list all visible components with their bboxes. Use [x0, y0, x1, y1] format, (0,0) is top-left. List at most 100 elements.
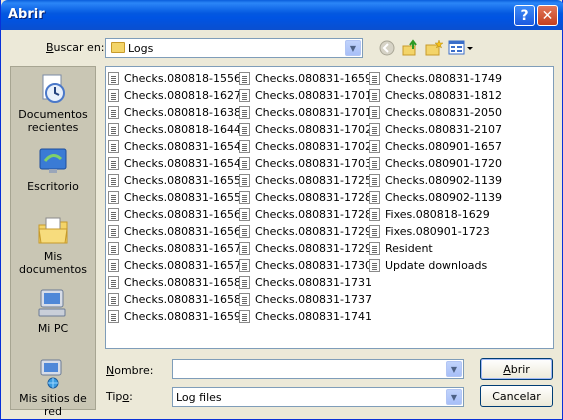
list-item[interactable]: Checks.080818-1627	[106, 87, 241, 104]
list-item[interactable]: Checks.080831-1728	[237, 206, 372, 223]
cancel-button[interactable]: Cancelar	[480, 385, 553, 407]
text-file-icon	[108, 259, 119, 272]
list-item[interactable]: Checks.080831-1655	[106, 172, 241, 189]
list-item[interactable]: Checks.080902-1139	[367, 189, 502, 206]
list-item[interactable]: Checks.080831-1731	[237, 274, 372, 291]
list-item[interactable]: Checks.080831-1729	[237, 223, 372, 240]
place-my-documents[interactable]: Mis documentos	[11, 215, 95, 276]
text-file-icon	[239, 259, 250, 272]
open-button[interactable]: Abrir	[480, 358, 553, 380]
file-column: Checks.080831-1659 Checks.080831-1701 Ch…	[237, 70, 372, 325]
list-item[interactable]: Checks.080831-1655	[106, 189, 241, 206]
text-file-icon	[369, 225, 380, 238]
text-file-icon	[108, 208, 119, 221]
list-item[interactable]: Checks.080831-1729	[237, 240, 372, 257]
text-file-icon	[108, 106, 119, 119]
view-menu-icon	[448, 40, 473, 55]
list-item[interactable]: Resident	[367, 240, 502, 257]
chevron-down-icon[interactable]: ▼	[345, 40, 361, 56]
new-folder-button[interactable]	[425, 39, 443, 57]
text-file-icon	[369, 174, 380, 187]
list-item[interactable]: Checks.080901-1720	[367, 155, 502, 172]
list-item[interactable]: Checks.080831-1658	[106, 291, 241, 308]
view-menu-button[interactable]	[448, 39, 474, 57]
list-item[interactable]: Checks.080831-1654	[106, 155, 241, 172]
text-file-icon	[108, 191, 119, 204]
text-file-icon	[369, 259, 380, 272]
text-file-icon	[239, 72, 250, 85]
list-item[interactable]: Checks.080901-1657	[367, 138, 502, 155]
list-item[interactable]: Checks.080831-1659	[106, 308, 241, 325]
list-item[interactable]: Checks.080818-1556	[106, 70, 241, 87]
text-file-icon	[369, 242, 380, 255]
place-network[interactable]: Mis sitios de red	[11, 357, 95, 418]
text-file-icon	[239, 293, 250, 306]
list-item[interactable]: Checks.080831-1656	[106, 206, 241, 223]
place-my-computer[interactable]: Mi PC	[11, 287, 95, 335]
new-folder-icon	[425, 39, 443, 56]
text-file-icon	[239, 208, 250, 221]
list-item[interactable]: Checks.080831-1812	[367, 87, 502, 104]
folder-icon	[111, 42, 125, 53]
list-item[interactable]: Fixes.080818-1629	[367, 206, 502, 223]
list-item[interactable]: Checks.080831-2050	[367, 104, 502, 121]
text-file-icon	[108, 293, 119, 306]
text-file-icon	[108, 242, 119, 255]
text-file-icon	[108, 123, 119, 136]
close-button[interactable]: ✕	[537, 5, 558, 26]
list-item[interactable]: Checks.080831-1657	[106, 240, 241, 257]
text-file-icon	[369, 123, 380, 136]
places-bar: Documentos recientes Escritorio Mis docu…	[10, 66, 96, 418]
list-item[interactable]: Checks.080818-1638	[106, 104, 241, 121]
help-icon: ?	[520, 7, 529, 24]
list-item[interactable]: Checks.080831-1728	[237, 189, 372, 206]
filetype-combo[interactable]: Log files ▼	[172, 387, 464, 407]
text-file-icon	[369, 89, 380, 102]
text-file-icon	[239, 157, 250, 170]
desktop-icon	[37, 145, 69, 177]
text-file-icon	[108, 72, 119, 85]
file-list[interactable]: Checks.080818-1556 Checks.080818-1627 Ch…	[105, 66, 554, 349]
filename-combo[interactable]: ▼	[172, 359, 464, 379]
list-item[interactable]: Checks.080831-1702	[237, 121, 372, 138]
list-item[interactable]: Checks.080831-1741	[237, 308, 372, 325]
list-item[interactable]: Checks.080831-1701	[237, 104, 372, 121]
lookin-label: Buscar en:	[46, 41, 105, 54]
chevron-down-icon[interactable]: ▼	[446, 389, 462, 405]
place-desktop[interactable]: Escritorio	[11, 145, 95, 193]
text-file-icon	[108, 225, 119, 238]
list-item[interactable]: Update downloads	[367, 257, 502, 274]
list-item[interactable]: Checks.080831-1749	[367, 70, 502, 87]
text-file-icon	[239, 89, 250, 102]
text-file-icon	[239, 225, 250, 238]
title-bar[interactable]: Abrir ? ✕	[1, 0, 563, 30]
text-file-icon	[239, 242, 250, 255]
list-item[interactable]: Checks.080831-1659	[237, 70, 372, 87]
list-item[interactable]: Checks.080831-1654	[106, 138, 241, 155]
list-item[interactable]: Checks.080831-1737	[237, 291, 372, 308]
back-button[interactable]	[378, 39, 396, 57]
list-item[interactable]: Checks.080831-1656	[106, 223, 241, 240]
list-item[interactable]: Checks.080831-1701	[237, 87, 372, 104]
list-item[interactable]: Checks.080831-1703	[237, 155, 372, 172]
list-item[interactable]: Checks.080831-2107	[367, 121, 502, 138]
list-item[interactable]: Checks.080831-1658	[106, 274, 241, 291]
network-places-icon	[37, 357, 69, 389]
list-item[interactable]: Fixes.080901-1723	[367, 223, 502, 240]
lookin-combo[interactable]: Logs ▼	[105, 38, 363, 58]
list-item[interactable]: Checks.080831-1657	[106, 257, 241, 274]
help-button[interactable]: ?	[514, 5, 535, 26]
list-item[interactable]: Checks.080902-1139	[367, 172, 502, 189]
place-recent-documents[interactable]: Documentos recientes	[11, 73, 95, 134]
list-item[interactable]: Checks.080831-1702	[237, 138, 372, 155]
chevron-down-icon[interactable]: ▼	[446, 361, 462, 377]
list-item[interactable]: Checks.080831-1725	[237, 172, 372, 189]
list-item[interactable]: Checks.080831-1730	[237, 257, 372, 274]
text-file-icon	[369, 140, 380, 153]
text-file-icon	[239, 174, 250, 187]
list-item[interactable]: Checks.080818-1644	[106, 121, 241, 138]
text-file-icon	[239, 106, 250, 119]
window-title: Abrir	[8, 7, 45, 22]
filetype-value: Log files	[176, 391, 222, 404]
up-folder-button[interactable]	[402, 39, 420, 57]
